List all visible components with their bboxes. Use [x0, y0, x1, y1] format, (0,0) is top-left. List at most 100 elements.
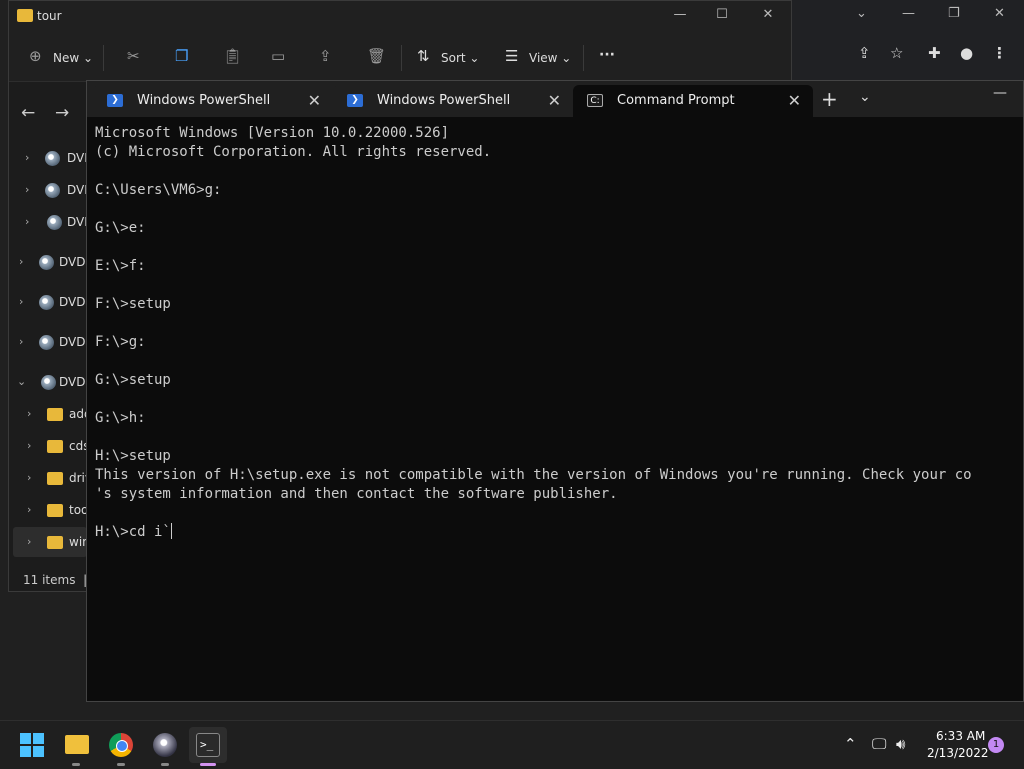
chevron-down-icon[interactable]: ⌄ — [859, 89, 871, 105]
more-options-button[interactable]: ··· — [599, 47, 615, 63]
console-line: 's system information and then contact t… — [95, 486, 618, 502]
chevron-up-icon[interactable]: ⌃ — [844, 735, 857, 753]
extensions-puzzle-icon[interactable]: ✚ — [928, 44, 941, 62]
explorer-title: tour — [37, 9, 62, 23]
dvd-drive-icon — [39, 255, 54, 270]
bookmark-star-icon[interactable]: ☆ — [890, 44, 903, 62]
chevron-right-icon[interactable]: › — [25, 151, 29, 164]
dvd-drive-icon — [45, 183, 60, 198]
forward-arrow-icon[interactable]: → — [55, 103, 69, 123]
chevron-right-icon[interactable]: › — [19, 335, 23, 348]
tab-windows-powershell[interactable]: ❯ Windows PowerShell ✕ — [93, 85, 333, 117]
volume-icon[interactable]: 🔊︎ — [896, 735, 905, 753]
chevron-right-icon[interactable]: › — [27, 407, 31, 420]
taskbar-chrome-button[interactable] — [102, 727, 140, 763]
chevron-right-icon[interactable]: › — [25, 215, 29, 228]
kebab-menu-icon[interactable]: ⋮ — [992, 44, 1007, 62]
chevron-right-icon[interactable]: › — [27, 503, 31, 516]
tab-windows-powershell[interactable]: ❯ Windows PowerShell ✕ — [333, 85, 573, 117]
tree-item-folder[interactable]: › cds — [9, 433, 87, 461]
chevron-right-icon[interactable]: › — [27, 439, 31, 452]
console-line: Microsoft Windows [Version 10.0.22000.52… — [95, 125, 450, 141]
rename-icon[interactable]: ▭ — [271, 47, 285, 65]
tree-item-dvd[interactable]: › DVD — [9, 289, 87, 317]
folder-icon — [17, 9, 33, 22]
chevron-right-icon[interactable]: › — [25, 183, 29, 196]
toolbar-divider — [103, 45, 104, 71]
profile-avatar-icon[interactable]: ● — [960, 44, 973, 62]
console-line: (c) Microsoft Corporation. All rights re… — [95, 144, 492, 160]
toolbar-divider — [401, 45, 402, 71]
new-icon[interactable]: ⊕ — [29, 47, 42, 65]
tree-item-dvd[interactable]: › DVD — [9, 177, 93, 205]
active-app-indicator — [200, 763, 216, 766]
item-count-status: 11 items | — [23, 573, 88, 587]
chevron-right-icon[interactable]: › — [19, 255, 23, 268]
back-arrow-icon[interactable]: ← — [21, 103, 35, 123]
console-line: F:\>g: — [95, 334, 146, 350]
close-icon[interactable]: ✕ — [745, 7, 791, 22]
share-icon[interactable]: ⇪ — [858, 44, 871, 62]
view-button[interactable]: View ⌄ — [529, 51, 571, 65]
sort-icon[interactable]: ⇅ — [417, 47, 430, 65]
clock-date[interactable]: 2/13/2022 — [927, 746, 989, 760]
powershell-icon: ❯ — [107, 94, 123, 107]
copy-icon[interactable]: ❐ — [175, 47, 188, 65]
tree-item-folder[interactable]: › driv — [9, 465, 87, 493]
terminal-window[interactable]: ❯ Windows PowerShell ✕ ❯ Windows PowerSh… — [86, 80, 1024, 702]
console-line: G:\>h: — [95, 410, 146, 426]
tree-item-folder[interactable]: › tool — [9, 497, 87, 525]
taskbar-disc-app-button[interactable] — [146, 727, 184, 763]
restore-icon[interactable]: ❐ — [948, 6, 960, 21]
tree-item-dvd[interactable]: › DVD — [9, 209, 93, 237]
folder-icon — [47, 504, 63, 517]
tree-item-dvd[interactable]: › DVD — [9, 145, 93, 173]
dvd-drive-icon — [47, 215, 62, 230]
notification-badge[interactable]: 1 — [988, 737, 1004, 753]
tree-item-dvd[interactable]: › DVD — [9, 249, 87, 277]
new-button[interactable]: New ⌄ — [53, 51, 93, 65]
explorer-title-bar[interactable]: tour — ☐ ✕ — [9, 1, 791, 33]
view-icon[interactable]: ☰ — [505, 47, 518, 65]
tab-command-prompt[interactable]: C: Command Prompt ✕ — [573, 85, 813, 117]
chevron-right-icon[interactable]: › — [27, 471, 31, 484]
command-input-line[interactable]: H:\>cd i` — [95, 524, 171, 540]
tab-search-chevron-icon[interactable]: ⌄ — [856, 6, 867, 21]
folder-icon — [47, 408, 63, 421]
new-tab-plus-icon[interactable]: + — [821, 87, 838, 111]
tree-item-dvd-expanded[interactable]: ⌄ DVD — [9, 369, 87, 397]
maximize-icon[interactable]: ☐ — [699, 7, 745, 22]
delete-icon[interactable]: 🗑︎ — [367, 47, 386, 65]
network-icon[interactable]: 🖵︎ — [872, 735, 886, 753]
console-output[interactable]: Microsoft Windows [Version 10.0.22000.52… — [95, 124, 1023, 684]
chrome-icon — [109, 733, 133, 757]
clock-time[interactable]: 6:33 AM — [936, 729, 985, 743]
cut-icon[interactable]: ✂ — [127, 47, 140, 65]
sort-button[interactable]: Sort ⌄ — [441, 51, 479, 65]
taskbar-file-explorer-button[interactable] — [58, 727, 96, 763]
chevron-down-icon[interactable]: ⌄ — [17, 375, 26, 388]
minimize-icon[interactable]: — — [993, 85, 1007, 101]
taskbar-terminal-button[interactable]: >_ — [189, 727, 227, 763]
paste-icon[interactable]: 📋︎ — [223, 47, 242, 65]
close-tab-icon[interactable]: ✕ — [308, 91, 321, 110]
chevron-right-icon[interactable]: › — [19, 295, 23, 308]
chevron-right-icon[interactable]: › — [27, 535, 31, 548]
close-tab-icon[interactable]: ✕ — [788, 91, 801, 110]
tree-item-dvd[interactable]: › DVD — [9, 329, 87, 357]
running-indicator — [72, 763, 80, 766]
start-button[interactable] — [13, 727, 51, 763]
minimize-icon[interactable]: — — [902, 6, 915, 21]
tree-item-folder[interactable]: › add — [9, 401, 87, 429]
browser-window[interactable]: ⌄ — ❐ ✕ ⇪ ☆ ✚ ● ⋮ — [792, 0, 1024, 80]
dvd-drive-icon — [45, 151, 60, 166]
close-icon[interactable]: ✕ — [994, 6, 1005, 21]
minimize-icon[interactable]: — — [657, 7, 703, 22]
navigation-pane: › DVD › DVD › DVD › DVD › DVD › DVD ⌄ DV… — [9, 141, 93, 561]
console-line: This version of H:\setup.exe is not comp… — [95, 467, 972, 483]
powershell-icon: ❯ — [347, 94, 363, 107]
console-line: G:\>setup — [95, 372, 171, 388]
close-tab-icon[interactable]: ✕ — [548, 91, 561, 110]
share-icon[interactable]: ⇪ — [319, 47, 332, 65]
tree-item-folder-selected[interactable]: › win — [9, 529, 87, 557]
